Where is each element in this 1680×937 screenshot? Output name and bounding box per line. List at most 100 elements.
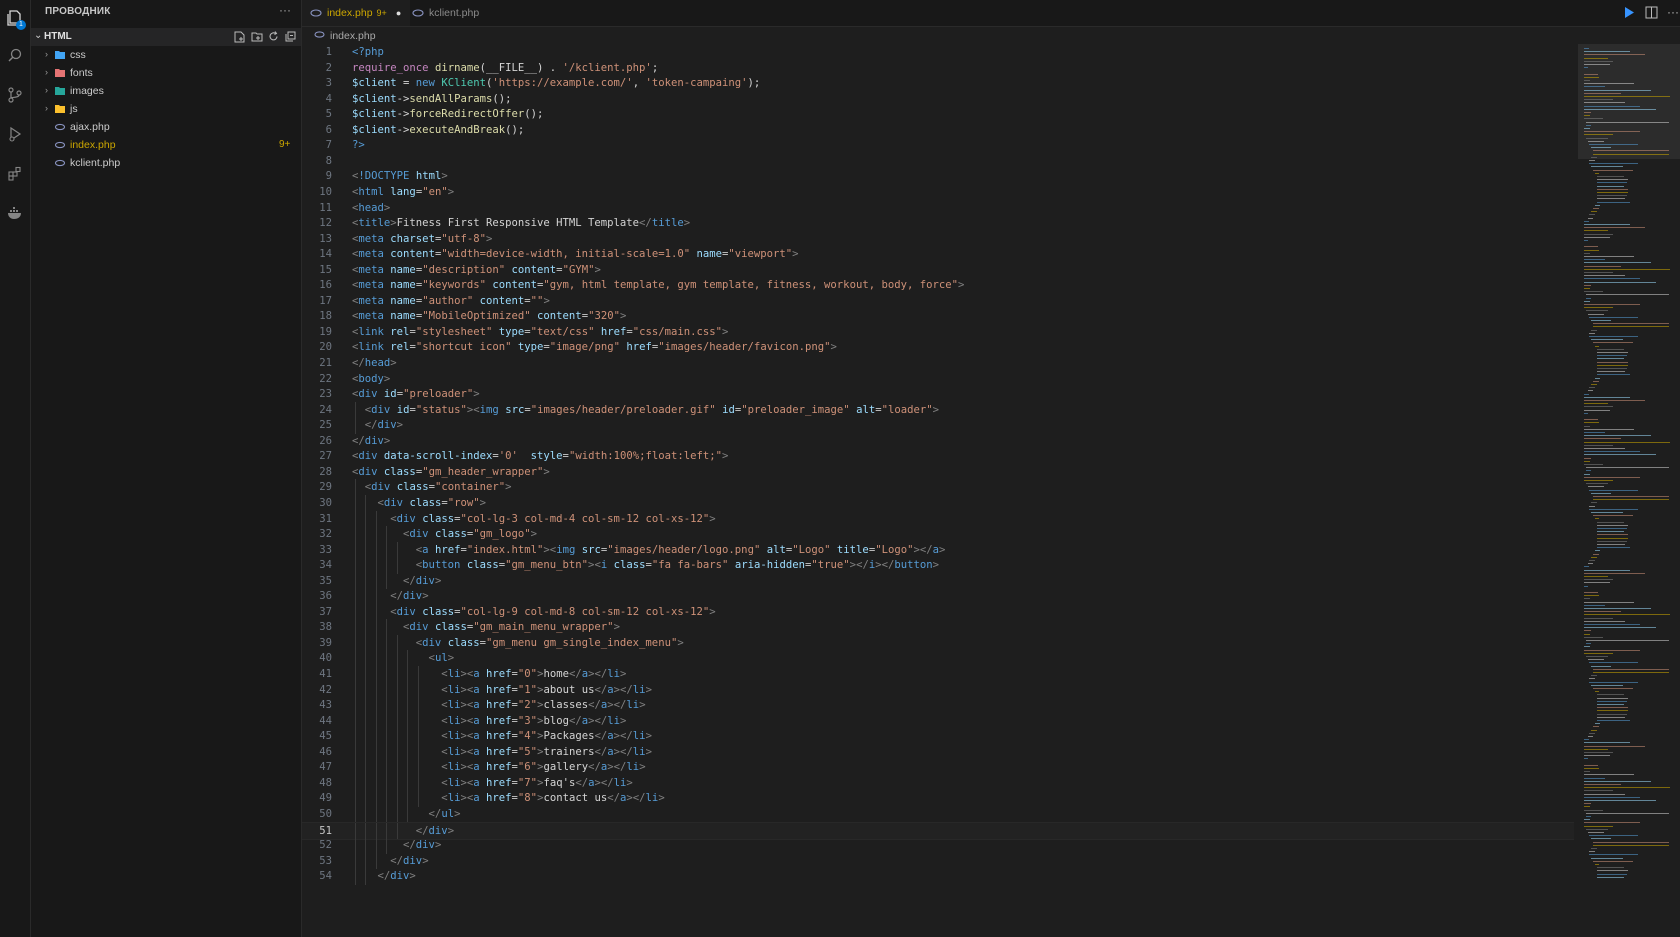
split-editor-icon[interactable] — [1644, 5, 1658, 19]
code-line[interactable]: 23 <div id="preloader"> — [302, 386, 1574, 403]
minimap-line — [1584, 790, 1614, 792]
code-line[interactable]: 35 </div> — [302, 572, 1574, 590]
extensions-icon[interactable] — [5, 164, 25, 184]
code-line[interactable]: 18 <meta name="MobileOptimized" content="… — [302, 308, 1574, 325]
code-line[interactable]: 37 <div class="col-lg-9 col-md-8 col-sm-… — [302, 603, 1574, 621]
code-line[interactable]: 48 <li><a href="7">faq's</a></li> — [302, 774, 1574, 792]
code-line[interactable]: 49 <li><a href="8">contact us</a></li> — [302, 790, 1574, 807]
code-line[interactable]: 32 <div class="gm_logo"> — [302, 526, 1574, 543]
code-line[interactable]: 25 </div> — [302, 417, 1574, 434]
code-line[interactable]: 15 <meta name="description" content="GYM"… — [302, 262, 1574, 279]
workspace-folder-header[interactable]: ⌄ HTML — [31, 28, 301, 46]
minimap-line — [1584, 774, 1635, 776]
tree-folder-fonts[interactable]: › fonts — [31, 64, 301, 83]
tree-file-index[interactable]: index.php 9+ — [31, 136, 301, 155]
minimap-line — [1584, 60, 1613, 62]
code-line[interactable]: 36 </div> — [302, 588, 1574, 605]
minimap-line — [1584, 393, 1589, 395]
unsaved-dot-icon[interactable]: ● — [396, 8, 401, 18]
code-line[interactable]: 50 </ul> — [302, 805, 1574, 823]
code-line[interactable]: 54 </div> — [302, 868, 1574, 885]
code-line[interactable]: 40 <ul> — [302, 650, 1574, 667]
code-line[interactable]: 34 <button class="gm_menu_btn"><i class=… — [302, 557, 1574, 574]
line-number: 18 — [319, 310, 332, 323]
code-line[interactable]: 47 <li><a href="6">gallery</a></li> — [302, 759, 1574, 776]
breadcrumb-file[interactable]: index.php — [330, 30, 376, 42]
minimap-line — [1584, 67, 1588, 69]
code-line[interactable]: 52 </div> — [302, 837, 1574, 854]
line-number: 25 — [319, 419, 332, 432]
minimap[interactable] — [1578, 44, 1680, 937]
code-line[interactable]: 14 <meta content="width=device-width, ini… — [302, 246, 1574, 263]
run-debug-icon[interactable] — [5, 124, 25, 144]
code-line[interactable]: 2 require_once dirname(__FILE__) . '/kcli… — [302, 60, 1574, 77]
code-editor[interactable]: 1 <?php 2 require_once dirname(__FILE__) . … — [302, 44, 1574, 937]
minimap-line — [1584, 99, 1614, 101]
code-line[interactable]: 29 <div class="container"> — [302, 479, 1574, 496]
tree-file-ajax[interactable]: ajax.php — [31, 118, 301, 137]
code-line[interactable]: 27 <div data-scroll-index='0' style="widt… — [302, 448, 1574, 465]
code-line[interactable]: 28 <div class="gm_header_wrapper"> — [302, 464, 1574, 481]
code-line[interactable]: 20 <link rel="shortcut icon" type="image/… — [302, 339, 1574, 356]
code-line[interactable]: 3 $client = new KClient('https://example.… — [302, 75, 1574, 92]
search-icon[interactable] — [5, 46, 25, 66]
tree-file-kclient[interactable]: kclient.php — [31, 154, 301, 173]
code-line[interactable]: 44 <li><a href="3">blog</a></li> — [302, 712, 1574, 730]
tree-folder-css[interactable]: › css — [31, 46, 301, 65]
new-file-icon[interactable] — [233, 30, 246, 43]
code-line[interactable]: 4 $client->sendAllParams(); — [302, 91, 1574, 108]
code-line[interactable]: 21 </head> — [302, 355, 1574, 372]
source-control-icon[interactable] — [5, 85, 25, 105]
chevron-right-icon: › — [45, 103, 48, 113]
code-line[interactable]: 24 <div id="status"><img src="images/hea… — [302, 401, 1574, 419]
collapse-all-icon[interactable] — [284, 30, 297, 43]
code-line[interactable]: 46 <li><a href="5">trainers</a></li> — [302, 743, 1574, 761]
code-line[interactable]: 45 <li><a href="4">Packages</a></li> — [302, 728, 1574, 745]
tree-folder-js[interactable]: › js — [31, 100, 301, 119]
more-actions-icon[interactable]: ··· — [1666, 5, 1680, 19]
code-line[interactable]: 13 <meta charset="utf-8"> — [302, 231, 1574, 248]
tab-kclient-php[interactable]: kclient.php — [412, 0, 479, 26]
minimap-line — [1591, 211, 1597, 213]
minimap-line — [1596, 547, 1630, 549]
docker-icon[interactable] — [5, 203, 25, 223]
minimap-line — [1596, 348, 1625, 350]
code-line[interactable]: 11 <head> — [302, 200, 1574, 217]
code-line[interactable]: 5 $client->forceRedirectOffer(); — [302, 106, 1574, 123]
line-code: <div class="container"> — [364, 481, 512, 494]
code-line[interactable]: 17 <meta name="author" content=""> — [302, 293, 1574, 310]
breadcrumb[interactable]: index.php — [314, 29, 376, 43]
code-line[interactable]: 8 — [302, 153, 1574, 170]
code-line[interactable]: 33 <a href="index.html"><img src="images… — [302, 541, 1574, 559]
tree-label: images — [70, 85, 104, 97]
code-line[interactable]: 9 <!DOCTYPE html> — [302, 168, 1574, 185]
refresh-icon[interactable] — [267, 30, 280, 43]
minimap-line — [1584, 598, 1590, 600]
code-line[interactable]: 12 <title>Fitness First Responsive HTML T… — [302, 215, 1574, 232]
code-line[interactable]: 10 <html lang="en"> — [302, 184, 1574, 201]
code-line[interactable]: 39 <div class="gm_menu gm_single_index_m… — [302, 634, 1574, 652]
code-line[interactable]: 43 <li><a href="2">classes</a></li> — [302, 697, 1574, 714]
minimap-line — [1584, 108, 1657, 110]
code-line[interactable]: 6 $client->executeAndBreak(); — [302, 122, 1574, 139]
code-line[interactable]: 16 <meta name="keywords" content="gym, ht… — [302, 277, 1574, 294]
code-line[interactable]: 41 <li><a href="0">home</a></li> — [302, 666, 1574, 683]
line-number: 4 — [325, 92, 332, 105]
code-line[interactable]: 22 <body> — [302, 371, 1574, 388]
tree-folder-images[interactable]: › images — [31, 82, 301, 101]
explorer-more-button[interactable]: ··· — [279, 3, 291, 17]
code-line[interactable]: 1 <?php — [302, 44, 1574, 61]
tab-index-php[interactable]: index.php 9+ ● — [302, 0, 410, 26]
code-line[interactable]: 38 <div class="gm_main_menu_wrapper"> — [302, 619, 1574, 636]
code-line[interactable]: 26 </div> — [302, 433, 1574, 450]
code-line[interactable]: 7 ?> — [302, 137, 1574, 154]
code-line[interactable]: 19 <link rel="stylesheet" type="text/css"… — [302, 324, 1574, 341]
php-file-icon — [314, 29, 325, 43]
code-line[interactable]: 42 <li><a href="1">about us</a></li> — [302, 681, 1574, 699]
code-line[interactable]: 30 <div class="row"> — [302, 494, 1574, 512]
code-line[interactable]: 53 </div> — [302, 852, 1574, 870]
minimap-line — [1584, 252, 1590, 254]
run-file-icon[interactable] — [1622, 5, 1636, 19]
new-folder-icon[interactable] — [250, 30, 263, 43]
code-line[interactable]: 31 <div class="col-lg-3 col-md-4 col-sm-… — [302, 510, 1574, 527]
